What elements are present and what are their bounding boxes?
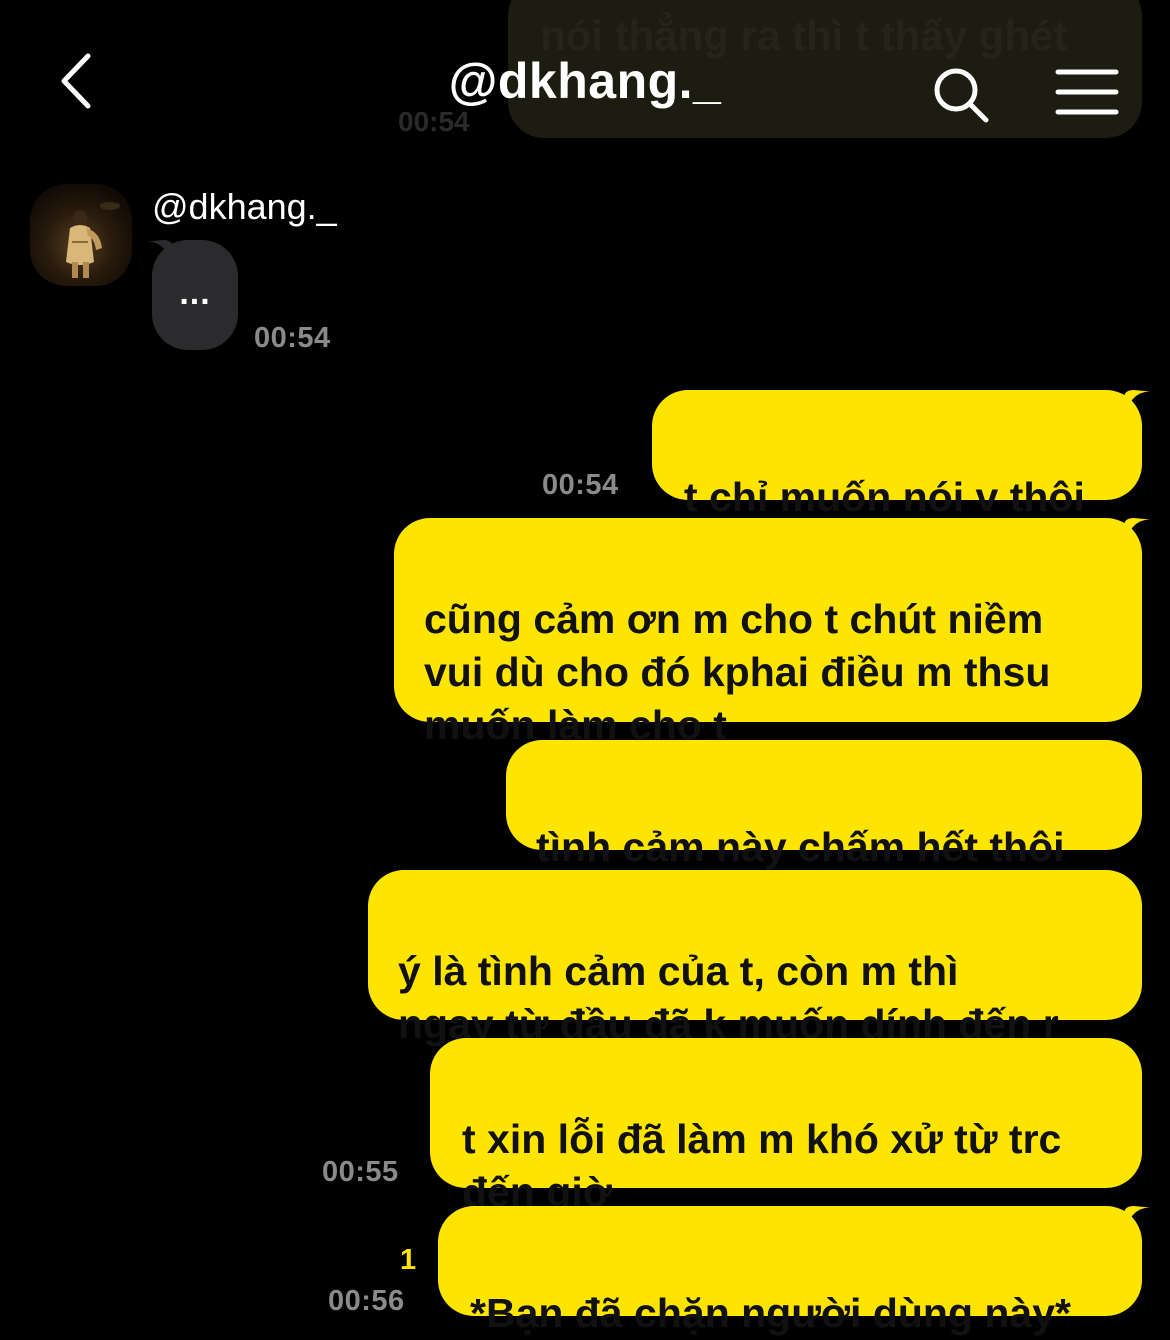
message-time: 00:54 — [542, 469, 619, 501]
bubble-tail — [1124, 1206, 1154, 1236]
search-button[interactable] — [928, 62, 994, 128]
message-text: ý là tình cảm của t, còn m thì ngay từ đ… — [398, 948, 1059, 1047]
sender-avatar[interactable] — [30, 184, 132, 286]
outgoing-message-bubble[interactable]: ý là tình cảm của t, còn m thì ngay từ đ… — [368, 870, 1142, 1047]
message-text: *Bạn đã chặn người dùng này* — [470, 1290, 1072, 1336]
bubble-tail — [1124, 390, 1154, 420]
message-text: t xin lỗi đã làm m khó xử từ trc đến giờ — [462, 1116, 1062, 1215]
incoming-time: 00:54 — [254, 322, 331, 354]
bubble-tail — [1124, 518, 1154, 548]
typing-indicator-bubble: ... — [152, 240, 238, 350]
hamburger-menu-icon — [1055, 69, 1119, 115]
message-text: t chỉ muốn nói v thôi — [684, 474, 1085, 520]
chat-header: @dkhang._ — [0, 0, 1170, 165]
message-time: 00:56 — [328, 1285, 405, 1317]
menu-button[interactable] — [1052, 64, 1122, 120]
outgoing-message-bubble[interactable]: *Bạn đã chặn người dùng này* — [438, 1206, 1142, 1336]
avatar-photo — [66, 202, 120, 278]
message-text: tình cảm này chấm hết thôi — [536, 824, 1065, 870]
outgoing-message-bubble[interactable]: t xin lỗi đã làm m khó xử từ trc đến giờ — [430, 1038, 1142, 1215]
outgoing-message-bubble[interactable]: t chỉ muốn nói v thôi — [652, 390, 1142, 520]
unread-count-badge: 1 — [400, 1244, 417, 1276]
sender-name: @dkhang._ — [152, 186, 337, 227]
message-time: 00:55 — [322, 1156, 399, 1188]
outgoing-message-bubble[interactable]: cũng cảm ơn m cho t chút niềm vui dù cho… — [394, 518, 1142, 748]
outgoing-message-bubble[interactable]: tình cảm này chấm hết thôi — [506, 740, 1142, 870]
message-text: cũng cảm ơn m cho t chút niềm vui dù cho… — [424, 596, 1051, 748]
search-icon — [934, 68, 989, 123]
chat-title: @dkhang._ — [448, 53, 722, 109]
typing-dots: ... — [179, 274, 211, 312]
